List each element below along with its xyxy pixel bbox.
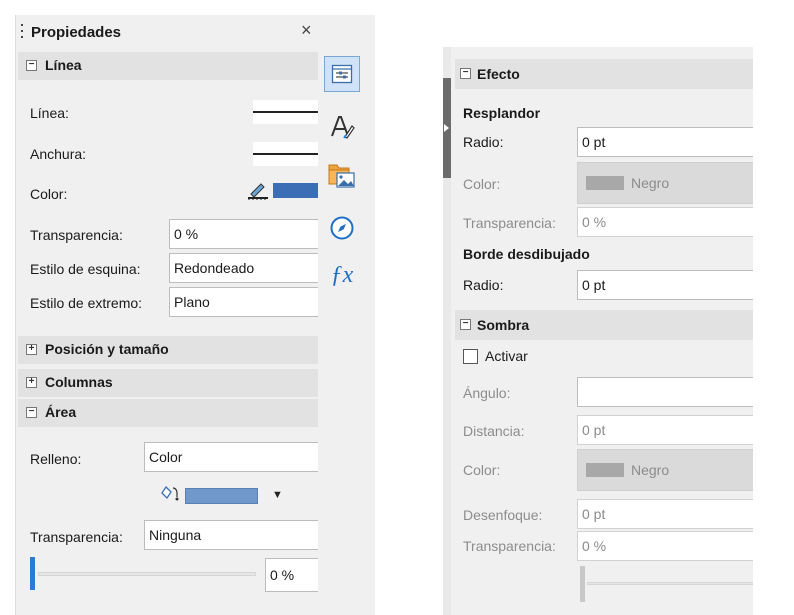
fill-label: Relleno:: [30, 451, 82, 467]
glow-color-picker[interactable]: Negro: [577, 162, 753, 204]
color-label: Color:: [30, 186, 68, 202]
shadow-distance-input[interactable]: 0 pt: [577, 415, 753, 445]
shadow-blur-input[interactable]: 0 pt: [577, 499, 753, 529]
shadow-enable-checkbox[interactable]: [463, 349, 478, 364]
properties-icon: [331, 64, 353, 84]
cap-style-label: Estilo de extremo:: [30, 295, 143, 311]
gallery-icon: [328, 164, 355, 188]
line-transparency-label: Transparencia:: [30, 227, 123, 243]
panel-title: Propiedades: [31, 24, 122, 41]
line-label: Línea:: [30, 105, 69, 121]
line-color-icon[interactable]: [247, 178, 269, 201]
corner-style-select[interactable]: Redondeado: [169, 253, 318, 283]
expand-icon[interactable]: +: [26, 344, 37, 355]
columns-section-title: Columnas: [45, 374, 113, 390]
line-color-swatch[interactable]: [273, 183, 318, 198]
transparency-slider-track[interactable]: [38, 572, 256, 576]
effect-section-header[interactable]: − Efecto: [455, 59, 753, 89]
soft-edge-radius-input[interactable]: 0 pt: [577, 270, 753, 300]
glow-transparency-input[interactable]: 0 %: [577, 207, 753, 237]
fill-color-icon[interactable]: [160, 484, 182, 502]
area-transparency-label: Transparencia:: [30, 529, 123, 545]
cap-style-select[interactable]: Plano: [169, 287, 318, 317]
collapse-icon[interactable]: −: [460, 68, 471, 79]
soft-edge-radius-label: Radio:: [463, 277, 504, 293]
glow-color-swatch: [586, 176, 624, 190]
shadow-transparency-input[interactable]: 0 %: [577, 531, 753, 561]
glow-radius-label: Radio:: [463, 134, 504, 150]
shadow-color-name: Negro: [631, 462, 670, 478]
area-section-header[interactable]: − Área: [18, 399, 318, 427]
shadow-enable-label: Activar: [485, 348, 528, 364]
position-section-header[interactable]: + Posición y tamaño: [18, 336, 318, 364]
shadow-angle-input[interactable]: [577, 377, 753, 407]
collapse-icon[interactable]: −: [26, 407, 37, 418]
effect-section-title: Efecto: [477, 66, 520, 82]
glow-color-name: Negro: [631, 175, 670, 191]
panel-collapse-handle[interactable]: [443, 78, 451, 178]
shadow-transparency-slider[interactable]: [577, 566, 753, 602]
fill-color-swatch[interactable]: [185, 488, 258, 504]
chevron-right-icon: [444, 124, 449, 132]
shadow-color-picker[interactable]: Negro: [577, 449, 753, 491]
tab-properties[interactable]: [324, 56, 360, 92]
shadow-color-label: Color:: [463, 462, 501, 478]
styles-icon: [331, 116, 355, 139]
corner-style-label: Estilo de esquina:: [30, 261, 141, 277]
collapse-icon[interactable]: −: [460, 319, 471, 330]
area-section-title: Área: [45, 404, 77, 420]
drag-handle-icon[interactable]: [20, 24, 24, 40]
line-style-preview: [253, 111, 318, 113]
slider-track[interactable]: [587, 582, 753, 585]
slider-handle[interactable]: [580, 566, 585, 602]
columns-section-header[interactable]: + Columnas: [18, 369, 318, 397]
line-transparency-input[interactable]: 0 %: [169, 219, 318, 249]
line-width-picker[interactable]: [253, 142, 318, 166]
fill-type-select[interactable]: Color: [144, 442, 318, 472]
soft-edge-title: Borde desdibujado: [463, 246, 590, 262]
shadow-section-header[interactable]: − Sombra: [455, 310, 753, 340]
glow-radius-input[interactable]: 0 pt: [577, 127, 753, 157]
line-style-picker[interactable]: [253, 100, 318, 124]
tab-functions[interactable]: ƒx: [324, 257, 360, 293]
transparency-slider-handle[interactable]: [30, 557, 35, 590]
tab-styles[interactable]: [324, 109, 360, 145]
tab-navigator[interactable]: [324, 210, 360, 246]
compass-icon: [330, 216, 354, 240]
close-icon[interactable]: ×: [301, 20, 312, 41]
transparency-slider-value[interactable]: 0 %: [265, 558, 318, 592]
shadow-blur-label: Desenfoque:: [463, 507, 543, 523]
line-section-title: Línea: [45, 57, 82, 73]
line-width-preview: [253, 153, 318, 155]
position-section-title: Posición y tamaño: [45, 341, 169, 357]
shadow-transparency-label: Transparencia:: [463, 538, 556, 554]
expand-icon[interactable]: +: [26, 377, 37, 388]
function-icon: ƒx: [330, 261, 354, 288]
shadow-section-title: Sombra: [477, 317, 530, 333]
sidebar-tab-bar: ƒx: [318, 15, 368, 615]
glow-color-label: Color:: [463, 176, 501, 192]
shadow-angle-label: Ángulo:: [463, 385, 511, 401]
line-section-header[interactable]: − Línea: [18, 52, 318, 80]
shadow-distance-label: Distancia:: [463, 423, 525, 439]
area-transparency-select[interactable]: Ninguna: [144, 520, 318, 550]
glow-title: Resplandor: [463, 105, 541, 121]
width-label: Anchura:: [30, 146, 87, 162]
glow-transparency-label: Transparencia:: [463, 215, 556, 231]
shadow-color-swatch: [586, 463, 624, 477]
tab-gallery[interactable]: [324, 157, 360, 193]
collapse-icon[interactable]: −: [26, 60, 37, 71]
chevron-down-icon[interactable]: ▼: [272, 489, 283, 501]
